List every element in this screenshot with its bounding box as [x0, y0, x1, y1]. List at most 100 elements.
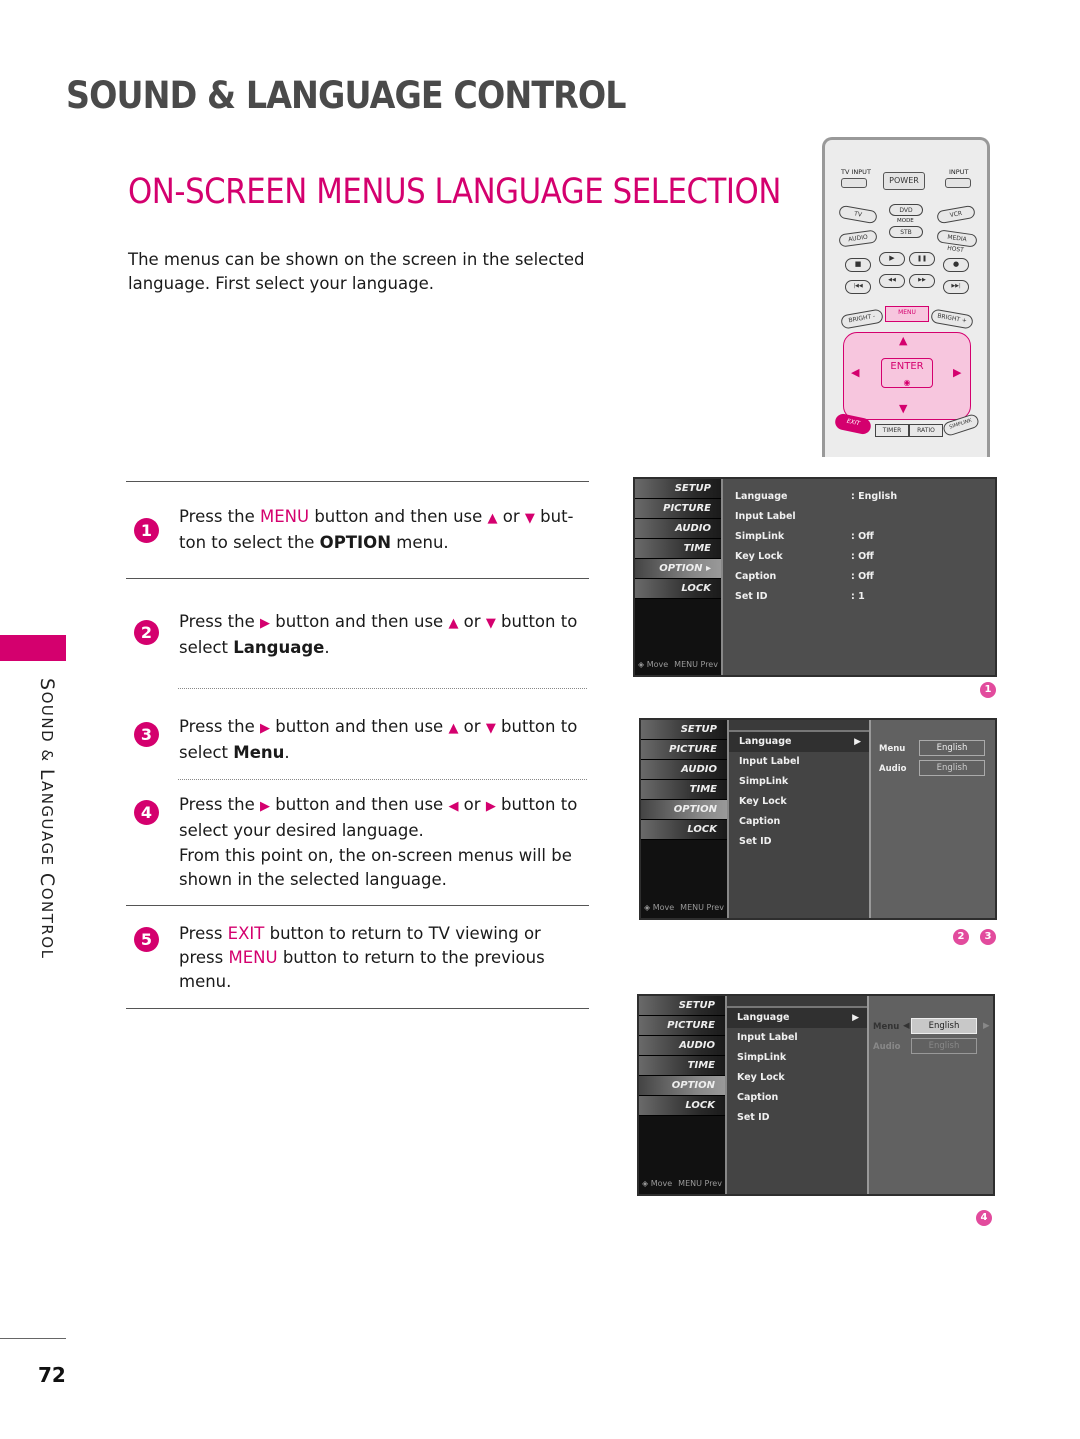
- divider: [126, 905, 589, 906]
- input-label: INPUT: [949, 168, 969, 176]
- option-label: Key Lock: [735, 551, 783, 562]
- tv-category: AUDIO: [635, 519, 721, 539]
- section-title: ON-SCREEN MENUS LANGUAGE SELECTION: [128, 172, 781, 212]
- audio-language-label: Audio: [879, 764, 907, 774]
- tv-category: PICTURE: [639, 1016, 725, 1036]
- prev-hint: MENU Prev: [674, 660, 718, 669]
- dotted-divider: [178, 779, 587, 780]
- tv-option-list: Language ▶ Input Label SimpLink Key Lock …: [729, 720, 869, 918]
- tv-category: TIME: [639, 1056, 725, 1076]
- intro-text: The menus can be shown on the screen in …: [128, 250, 585, 293]
- menu-language-label: Menu: [873, 1022, 900, 1032]
- tv-option-row-selected: Language ▶: [729, 732, 869, 752]
- option-value: : Off: [851, 571, 874, 582]
- tv-category-sidebar: SETUP PICTURE AUDIO TIME OPTION LOCK ◈ M…: [641, 720, 729, 918]
- rewind-button: ◀◀: [879, 274, 905, 288]
- input-button: [945, 178, 971, 188]
- menu-keyword: Menu: [233, 743, 285, 762]
- option-label: Language: [735, 491, 788, 502]
- tv-option-row: Input Label: [739, 756, 800, 767]
- tv-list-header: [727, 996, 867, 1008]
- bright-plus-button: BRIGHT +: [930, 308, 974, 330]
- tv-category: AUDIO: [641, 760, 727, 780]
- right-arrow-icon: ▶: [485, 799, 496, 814]
- tv-option-row: Caption: [737, 1092, 779, 1103]
- page-title: SOUND & LANGUAGE CONTROL: [66, 74, 627, 117]
- tv-option-row: Set ID: [739, 836, 772, 847]
- option-value: : English: [851, 491, 898, 502]
- figure-badge: 2: [953, 929, 969, 945]
- tv-option-row: Input Label: [737, 1032, 798, 1043]
- text: or: [497, 507, 525, 526]
- right-arrow-icon: ▶: [953, 366, 962, 379]
- menu-language-value: English: [919, 740, 985, 756]
- menu-language-selector: English: [911, 1018, 977, 1034]
- text: button and then use: [309, 507, 488, 526]
- footer-divider: [0, 1338, 66, 1339]
- up-arrow-icon: ▲: [899, 334, 908, 347]
- down-arrow-icon: ▼: [485, 721, 496, 736]
- move-hint: ◈ Move: [644, 903, 675, 912]
- tv-screen-language-select: SETUP PICTURE AUDIO TIME OPTION LOCK ◈ M…: [637, 994, 995, 1196]
- enter-dot-icon: ◉: [903, 378, 911, 387]
- audio-mode-button: AUDIO: [838, 229, 878, 248]
- prev-hint: MENU Prev: [678, 1179, 722, 1188]
- step-1-text: Press the MENU button and then use ▲ or …: [179, 505, 579, 555]
- tv-option-row: Caption: [739, 816, 781, 827]
- play-button: ▶: [879, 252, 905, 266]
- text: Press the: [179, 717, 260, 736]
- submenu-arrow-icon: ▶: [852, 1013, 859, 1023]
- bright-minus-button: BRIGHT -: [840, 308, 884, 330]
- step-number: 2: [134, 620, 159, 645]
- skip-forward-button: ▶▶|: [943, 280, 969, 294]
- media-host-button: MEDIA HOST: [936, 229, 978, 254]
- tv-category-selected: OPTION ▸: [635, 559, 721, 579]
- tv-category: SETUP: [641, 720, 727, 740]
- tv-screen-option-menu: SETUP PICTURE AUDIO TIME OPTION ▸ LOCK ◈…: [633, 477, 997, 677]
- text: button and then use: [270, 612, 449, 631]
- side-label-part: OUND &: [38, 691, 56, 769]
- move-hint: ◈ Move: [642, 1179, 673, 1188]
- left-arrow-icon: ◀: [903, 1021, 910, 1031]
- submenu-arrow-icon: ▶: [854, 737, 861, 747]
- tv-option-row: Set ID: 1: [735, 587, 931, 607]
- text: .: [324, 638, 330, 657]
- tv-category-selected: OPTION: [639, 1076, 725, 1096]
- divider: [126, 578, 589, 579]
- tv-option-row: Input Label: [735, 507, 931, 527]
- tv-category: LOCK: [639, 1096, 725, 1116]
- option-label: SimpLink: [735, 531, 785, 542]
- power-button: POWER: [883, 172, 925, 190]
- tv-category: TIME: [635, 539, 721, 559]
- audio-language-value: English: [919, 760, 985, 776]
- tv-screen-language-menu: SETUP PICTURE AUDIO TIME OPTION LOCK ◈ M…: [639, 718, 997, 920]
- option-label: Language: [737, 1012, 790, 1023]
- step-number: 1: [134, 518, 159, 543]
- up-arrow-icon: ▲: [448, 721, 459, 736]
- chapter-side-label: SOUND & LANGUAGE CONTROL: [36, 678, 58, 959]
- tv-category: LOCK: [641, 820, 727, 840]
- tv-option-row: Key Lock: Off: [735, 547, 931, 567]
- tv-category: PICTURE: [635, 499, 721, 519]
- move-hint: ◈ Move: [638, 660, 669, 669]
- enter-label: ENTER: [890, 361, 924, 372]
- skip-back-button: |◀◀: [845, 280, 871, 294]
- timer-button: TIMER: [875, 424, 909, 437]
- step-4-note: From this point on, the on-screen menus …: [179, 846, 572, 889]
- right-arrow-icon: ▶: [983, 1021, 990, 1031]
- text: .: [284, 743, 290, 762]
- audio-language-value: English: [911, 1038, 977, 1054]
- step-number: 4: [134, 800, 159, 825]
- remote-control-illustration: TV INPUT INPUT POWER TV DVD VCR MODE AUD…: [822, 137, 990, 457]
- dvd-mode-button: DVD: [889, 204, 923, 216]
- figure-badge: 3: [980, 929, 996, 945]
- tv-nav-hint: ◈ Move MENU Prev: [635, 660, 721, 669]
- language-keyword: Language: [233, 638, 325, 657]
- menu-keyword: MENU: [260, 507, 310, 526]
- dotted-divider: [178, 688, 587, 689]
- vcr-mode-button: VCR: [936, 204, 976, 225]
- tv-nav-hint: ◈ Move MENU Prev: [641, 903, 727, 912]
- tv-nav-hint: ◈ Move MENU Prev: [639, 1179, 725, 1188]
- text: Press: [179, 924, 228, 943]
- option-label: Input Label: [735, 511, 796, 522]
